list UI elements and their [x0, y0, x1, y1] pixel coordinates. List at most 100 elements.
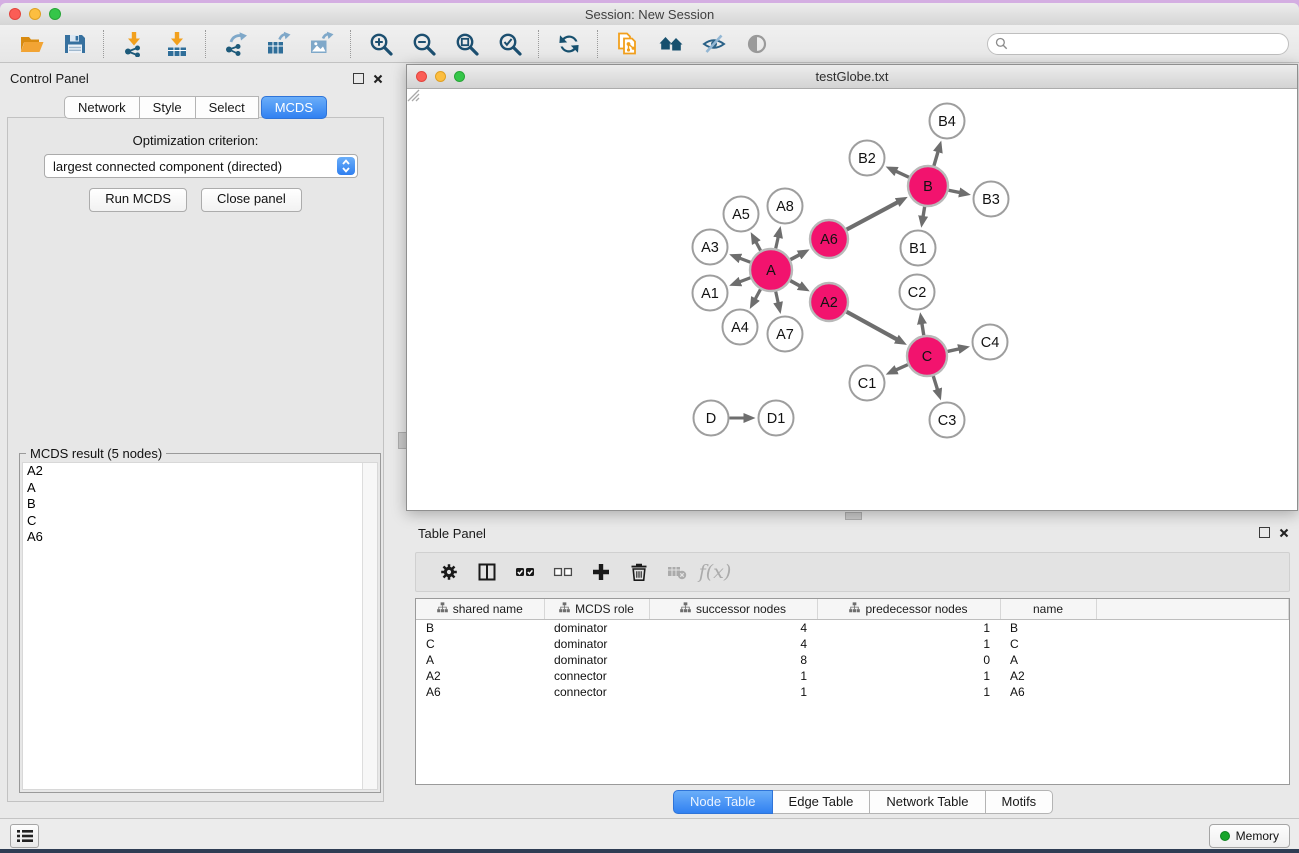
export-table-icon[interactable]	[257, 28, 300, 60]
graph-node-A5[interactable]: A5	[724, 197, 759, 232]
graph-edge-A-A1[interactable]	[739, 278, 751, 282]
tab-mcds[interactable]: MCDS	[261, 96, 327, 119]
column-header-successor-nodes[interactable]: successor nodes	[649, 599, 817, 620]
table-row[interactable]: Cdominator41C	[416, 636, 1289, 652]
table-cell[interactable]: 4	[649, 636, 817, 652]
graph-edge-A6-B[interactable]	[847, 202, 899, 230]
horizontal-splitter-handle[interactable]	[845, 512, 862, 520]
graph-node-B4[interactable]: B4	[930, 104, 965, 139]
graph-node-A4[interactable]: A4	[723, 310, 758, 345]
graph-node-B[interactable]: B	[908, 166, 948, 206]
home-icon[interactable]	[649, 28, 692, 60]
table-cell[interactable]: 1	[817, 668, 1000, 684]
table-cell[interactable]: dominator	[544, 636, 649, 652]
table-row[interactable]: A2connector11A2	[416, 668, 1289, 684]
graph-edge-A-A5[interactable]	[755, 241, 760, 251]
table-cell[interactable]: 1	[817, 620, 1000, 637]
table-cell[interactable]: 1	[817, 636, 1000, 652]
table-cell[interactable]: A2	[416, 668, 544, 684]
export-network-icon[interactable]	[214, 28, 257, 60]
table-cell[interactable]: 4	[649, 620, 817, 637]
table-cell[interactable]: B	[416, 620, 544, 637]
resize-grip-icon[interactable]	[407, 89, 420, 102]
graph-edge-A-A2[interactable]	[790, 281, 801, 287]
search-input[interactable]	[987, 33, 1289, 55]
table-cell[interactable]: 1	[649, 668, 817, 684]
delete-table-icon[interactable]	[658, 557, 696, 587]
delete-column-icon[interactable]	[620, 557, 658, 587]
graph-node-A8[interactable]: A8	[768, 189, 803, 224]
graph-node-C2[interactable]: C2	[900, 275, 935, 310]
task-history-button[interactable]	[10, 824, 39, 848]
graph-edge-B-B2[interactable]	[895, 171, 909, 178]
close-table-panel-icon[interactable]	[1279, 528, 1289, 538]
table-row[interactable]: Bdominator41B	[416, 620, 1289, 637]
tab-network-table[interactable]: Network Table	[870, 790, 985, 814]
graph-edge-C-C4[interactable]	[947, 349, 960, 352]
graph-node-A6[interactable]: A6	[810, 220, 848, 258]
function-builder-icon[interactable]: f(x)	[696, 557, 734, 587]
table-cell[interactable]: 0	[817, 652, 1000, 668]
graph-node-A2[interactable]: A2	[810, 283, 848, 321]
graph-node-C4[interactable]: C4	[973, 325, 1008, 360]
zoom-selected-icon[interactable]	[488, 28, 531, 60]
table-cell[interactable]: dominator	[544, 620, 649, 637]
table-cell[interactable]: 8	[649, 652, 817, 668]
save-session-icon[interactable]	[53, 28, 96, 60]
mcds-result-list[interactable]: A2ABCA6	[22, 462, 378, 790]
tab-network[interactable]: Network	[64, 96, 140, 119]
memory-button[interactable]: Memory	[1209, 824, 1290, 848]
graph-edge-B-B1[interactable]	[923, 207, 925, 218]
mcds-result-item[interactable]: B	[23, 496, 377, 513]
graph-edge-B-B3[interactable]	[949, 190, 962, 193]
graph-edge-A-A8[interactable]	[776, 236, 779, 249]
import-network-icon[interactable]	[112, 28, 155, 60]
optimization-criterion-select[interactable]: largest connected component (directed)	[44, 154, 358, 178]
graph-edge-A-A6[interactable]	[790, 254, 800, 260]
run-mcds-button[interactable]: Run MCDS	[89, 188, 187, 212]
table-cell[interactable]: connector	[544, 684, 649, 700]
mcds-result-item[interactable]: C	[23, 513, 377, 530]
graph-edge-A-A4[interactable]	[755, 289, 761, 300]
table-cell[interactable]: C	[416, 636, 544, 652]
column-header-mcds-role[interactable]: MCDS role	[544, 599, 649, 620]
network-close-button[interactable]	[416, 71, 427, 82]
table-cell[interactable]: C	[1000, 636, 1096, 652]
zoom-out-icon[interactable]	[402, 28, 445, 60]
open-session-icon[interactable]	[10, 28, 53, 60]
graph-node-B2[interactable]: B2	[850, 141, 885, 176]
graph-edge-C-C3[interactable]	[933, 376, 938, 391]
zoom-fit-icon[interactable]	[445, 28, 488, 60]
graph-edge-C-C2[interactable]	[922, 322, 924, 335]
graph-node-C3[interactable]: C3	[930, 403, 965, 438]
float-table-panel-icon[interactable]	[1259, 527, 1270, 538]
table-cell[interactable]: B	[1000, 620, 1096, 637]
table-cell[interactable]: connector	[544, 668, 649, 684]
clone-network-icon[interactable]	[606, 28, 649, 60]
mcds-result-item[interactable]: A6	[23, 529, 377, 546]
graph-node-D1[interactable]: D1	[759, 401, 794, 436]
table-cell[interactable]: 1	[817, 684, 1000, 700]
close-panel-button[interactable]: Close panel	[201, 188, 302, 212]
table-cell[interactable]: A	[416, 652, 544, 668]
details-icon[interactable]	[735, 28, 778, 60]
table-cell[interactable]: dominator	[544, 652, 649, 668]
zoom-window-button[interactable]	[49, 8, 61, 20]
graph-node-D[interactable]: D	[694, 401, 729, 436]
add-column-icon[interactable]	[582, 557, 620, 587]
graph-node-B3[interactable]: B3	[974, 182, 1009, 217]
tab-motifs[interactable]: Motifs	[986, 790, 1054, 814]
table-row[interactable]: Adominator80A	[416, 652, 1289, 668]
graph-node-A[interactable]: A	[750, 249, 792, 291]
graph-node-A1[interactable]: A1	[693, 276, 728, 311]
graph-edge-A2-C[interactable]	[847, 312, 899, 340]
table-cell[interactable]: A6	[416, 684, 544, 700]
minimize-window-button[interactable]	[29, 8, 41, 20]
deselect-all-icon[interactable]	[544, 557, 582, 587]
tab-style[interactable]: Style	[140, 96, 196, 119]
table-cell[interactable]: A6	[1000, 684, 1096, 700]
close-panel-icon[interactable]	[373, 74, 383, 84]
graph-edge-B-B4[interactable]	[934, 150, 939, 166]
import-table-icon[interactable]	[155, 28, 198, 60]
split-pane-icon[interactable]	[468, 557, 506, 587]
